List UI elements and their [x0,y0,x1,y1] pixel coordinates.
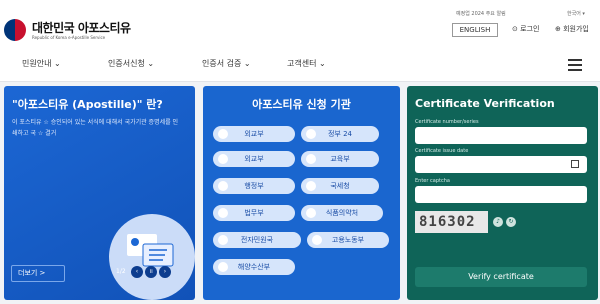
verification-panel: Certificate Verification Certificate num… [407,86,598,300]
intro-description: 이 포스티유 ☆ 승인되어 있는 서식에 대해서 국가기관 증명세를 인쇄하고 … [12,119,179,137]
login-icon: ⊙ [512,25,518,33]
agency-icon [218,181,228,191]
document-icon [127,234,174,267]
captcha-label: Enter captcha [415,178,450,184]
agency-button[interactable]: 국세청 [301,178,379,194]
english-button[interactable]: ENGLISH [452,23,498,37]
agency-button[interactable]: 외교부 [213,151,295,167]
agency-button[interactable]: 전자민원국 [213,232,301,248]
agency-button[interactable]: 행정부 [213,178,295,194]
site-title[interactable]: 대한민국 아포스티유 [32,19,131,36]
certificate-number-input[interactable] [415,127,587,144]
agency-button[interactable]: 식품의약처 [301,205,383,221]
login-link[interactable]: ⊙ 로그인 [512,24,539,34]
refresh-captcha-icon[interactable]: ↻ [506,217,516,227]
intro-title: "아포스티유 (Apostille)" 란? [12,98,163,111]
agency-button[interactable]: 법무부 [213,205,295,221]
certificate-number-label: Certificate number/series [415,119,479,125]
more-button[interactable]: 더보기 > [11,265,65,282]
intro-panel: "아포스티유 (Apostille)" 란? 이 포스티유 ☆ 승인되어 있는 … [4,86,195,300]
language-select[interactable]: 한국어 ▾ [567,10,585,17]
next-slide-icon[interactable]: › [159,266,171,278]
agency-icon [306,181,316,191]
user-icon: ⊕ [555,25,561,33]
agency-icon [218,154,228,164]
calendar-icon[interactable] [571,160,579,168]
agency-button[interactable]: 교육부 [301,151,379,167]
agency-button[interactable]: 정부 24 [301,126,379,142]
slide-counter: 1/2 [116,268,126,275]
pause-icon[interactable]: ॥ [145,266,157,278]
agency-button[interactable]: 해양수산부 [213,259,295,275]
nav-item-verify[interactable]: 인증서 검증 ⌄ [202,58,251,69]
agencies-title: 아포스티유 신청 기관 [252,98,351,111]
header-date: 예정업 2024 주요 알림 [456,11,506,17]
main-nav: 민원안내 ⌄ 인증서신청 ⌄ 인증서 검증 ⌄ 고객센터 ⌄ [0,48,600,82]
nav-item-guide[interactable]: 민원안내 ⌄ [22,58,61,69]
menu-icon[interactable] [568,59,582,71]
agency-icon [218,235,228,245]
agency-icon [218,208,228,218]
verify-button[interactable]: Verify certificate [415,267,587,287]
nav-item-support[interactable]: 고객센터 ⌄ [287,58,326,69]
agency-icon [218,262,228,272]
prev-slide-icon[interactable]: ‹ [131,266,143,278]
header: 대한민국 아포스티유 Republic of Korea e-Apostille… [0,0,600,48]
agency-icon [306,129,316,139]
agency-button[interactable]: 외교부 [213,126,295,142]
agency-button[interactable]: 고용노동부 [307,232,389,248]
audio-captcha-icon[interactable]: ♪ [493,217,503,227]
verification-title: Certificate Verification [415,97,555,110]
site-subtitle: Republic of Korea e-Apostille Service [32,35,106,40]
document-illustration [109,214,195,300]
government-logo[interactable] [4,19,26,41]
captcha-image: 816302 [415,211,488,233]
agency-icon [306,154,316,164]
issue-date-label: Certificate issue date [415,148,469,154]
agencies-panel: 아포스티유 신청 기관 외교부 정부 24 외교부 교육부 행정부 국세청 법무… [203,86,400,300]
agency-icon [218,129,228,139]
captcha-input[interactable] [415,186,587,203]
nav-item-apply[interactable]: 인증서신청 ⌄ [108,58,154,69]
signup-link[interactable]: ⊕ 회원가입 [555,24,589,34]
issue-date-input[interactable] [415,156,587,173]
agency-icon [306,208,316,218]
agency-icon [312,235,322,245]
